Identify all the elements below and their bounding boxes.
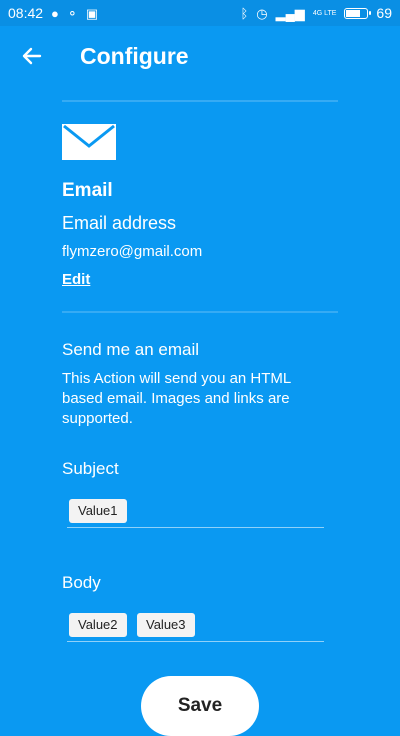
status-bar: 08:42 ● ⚬ ▣ ᛒ ◷ ▂▄▆ 4G LTE 69 [0, 0, 400, 26]
save-button[interactable]: Save [141, 676, 259, 736]
chat-icon: ● [51, 5, 59, 21]
status-time: 08:42 [8, 5, 44, 21]
edit-link[interactable]: Edit [62, 271, 90, 288]
image-icon: ▣ [85, 5, 99, 21]
bluetooth-icon: ᛒ [240, 5, 249, 21]
back-button[interactable] [14, 38, 50, 74]
action-title: Send me an email [62, 340, 200, 359]
service-title: Email [62, 180, 113, 201]
body-label: Body [62, 573, 101, 592]
email-address-value: flymzero@gmail.com [62, 243, 203, 260]
subject-field[interactable]: Value1 [67, 497, 324, 528]
page-title: Configure [80, 42, 189, 69]
arrow-back-icon [22, 47, 42, 65]
body-field[interactable]: Value2 Value3 [67, 611, 324, 642]
email-icon [62, 124, 116, 160]
battery-level: 69 [376, 5, 392, 21]
divider [62, 100, 338, 102]
signal-icon: ▂▄▆ [275, 5, 305, 21]
action-description: This Action will send you an HTML based … [62, 370, 291, 427]
email-address-label: Email address [62, 213, 177, 233]
ingredient-chip[interactable]: Value2 [69, 613, 127, 637]
battery-icon [344, 7, 372, 19]
app-bar: Configure [0, 26, 400, 86]
ingredient-chip[interactable]: Value1 [69, 499, 127, 523]
network-label: 4G LTE [312, 9, 337, 17]
alarm-icon: ◷ [256, 5, 268, 21]
subject-label: Subject [62, 459, 119, 478]
ingredient-chip[interactable]: Value3 [137, 613, 195, 637]
divider [62, 311, 338, 313]
share-icon: ⚬ [66, 5, 78, 21]
